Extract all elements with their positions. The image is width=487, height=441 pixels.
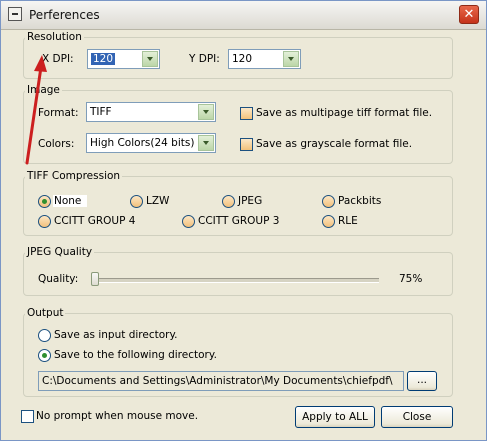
chevron-down-icon[interactable] bbox=[142, 51, 158, 67]
format-value: TIFF bbox=[90, 106, 112, 118]
close-window-button[interactable]: ✕ bbox=[459, 5, 479, 24]
x-dpi-value: 120 bbox=[91, 53, 116, 65]
format-combo[interactable]: TIFF bbox=[86, 102, 216, 122]
compression-none-radio[interactable] bbox=[38, 195, 51, 208]
y-dpi-value: 120 bbox=[232, 53, 253, 65]
compression-jpeg-radio[interactable] bbox=[222, 195, 235, 208]
window-title: Perferences bbox=[29, 8, 100, 22]
compression-ccitt4-label[interactable]: CCITT GROUP 4 bbox=[54, 215, 135, 227]
colors-combo[interactable]: High Colors(24 bits) bbox=[86, 133, 216, 153]
quality-slider-track[interactable] bbox=[94, 278, 379, 283]
compression-packbits-radio[interactable] bbox=[322, 195, 335, 208]
chevron-down-icon[interactable] bbox=[198, 104, 214, 120]
compression-lzw-radio[interactable] bbox=[130, 195, 143, 208]
grayscale-label[interactable]: Save as grayscale format file. bbox=[256, 138, 412, 150]
jpeg-quality-legend: JPEG Quality bbox=[25, 246, 95, 258]
compression-rle-radio[interactable] bbox=[322, 215, 335, 228]
no-prompt-checkbox[interactable] bbox=[21, 410, 34, 423]
annotation-arrow bbox=[25, 55, 47, 165]
compression-ccitt3-label[interactable]: CCITT GROUP 3 bbox=[198, 215, 279, 227]
quality-label: Quality: bbox=[38, 273, 79, 285]
save-input-dir-radio[interactable] bbox=[38, 329, 51, 342]
output-path-value: C:\Documents and Settings\Administrator\… bbox=[42, 375, 393, 387]
preferences-window: Perferences ✕ Resolution X DPI: 120 Y DP… bbox=[0, 0, 487, 441]
browse-button[interactable]: ... bbox=[407, 371, 437, 391]
compression-lzw-label[interactable]: LZW bbox=[146, 195, 169, 207]
window-menu-icon[interactable] bbox=[8, 7, 22, 21]
save-following-dir-label[interactable]: Save to the following directory. bbox=[54, 349, 217, 361]
no-prompt-label[interactable]: No prompt when mouse move. bbox=[36, 410, 198, 422]
chevron-down-icon[interactable] bbox=[283, 51, 299, 67]
compression-jpeg-label[interactable]: JPEG bbox=[238, 195, 262, 207]
multipage-checkbox[interactable] bbox=[240, 107, 253, 120]
jpeg-quality-group bbox=[23, 252, 453, 296]
multipage-label[interactable]: Save as multipage tiff format file. bbox=[256, 107, 432, 119]
close-button[interactable]: Close bbox=[381, 406, 453, 428]
grayscale-checkbox[interactable] bbox=[240, 138, 253, 151]
compression-packbits-label[interactable]: Packbits bbox=[338, 195, 381, 207]
title-bar[interactable]: Perferences ✕ bbox=[1, 1, 486, 30]
colors-value: High Colors(24 bits) bbox=[90, 137, 195, 149]
compression-none-label[interactable]: None bbox=[53, 195, 88, 207]
compression-ccitt4-radio[interactable] bbox=[38, 215, 51, 228]
compression-ccitt3-radio[interactable] bbox=[182, 215, 195, 228]
y-dpi-combo[interactable]: 120 bbox=[228, 49, 301, 69]
apply-to-all-button[interactable]: Apply to ALL bbox=[295, 406, 375, 428]
quality-value: 75% bbox=[399, 273, 423, 285]
tiff-compression-legend: TIFF Compression bbox=[25, 170, 123, 182]
compression-rle-label[interactable]: RLE bbox=[338, 215, 358, 227]
quality-slider-thumb[interactable] bbox=[91, 272, 99, 286]
x-dpi-combo[interactable]: 120 bbox=[87, 49, 160, 69]
save-following-dir-radio[interactable] bbox=[38, 349, 51, 362]
y-dpi-label: Y DPI: bbox=[189, 53, 220, 65]
output-path-field[interactable]: C:\Documents and Settings\Administrator\… bbox=[38, 371, 404, 391]
save-input-dir-label[interactable]: Save as input directory. bbox=[54, 329, 178, 341]
chevron-down-icon[interactable] bbox=[198, 135, 214, 151]
resolution-legend: Resolution bbox=[25, 31, 84, 43]
output-legend: Output bbox=[25, 307, 66, 319]
